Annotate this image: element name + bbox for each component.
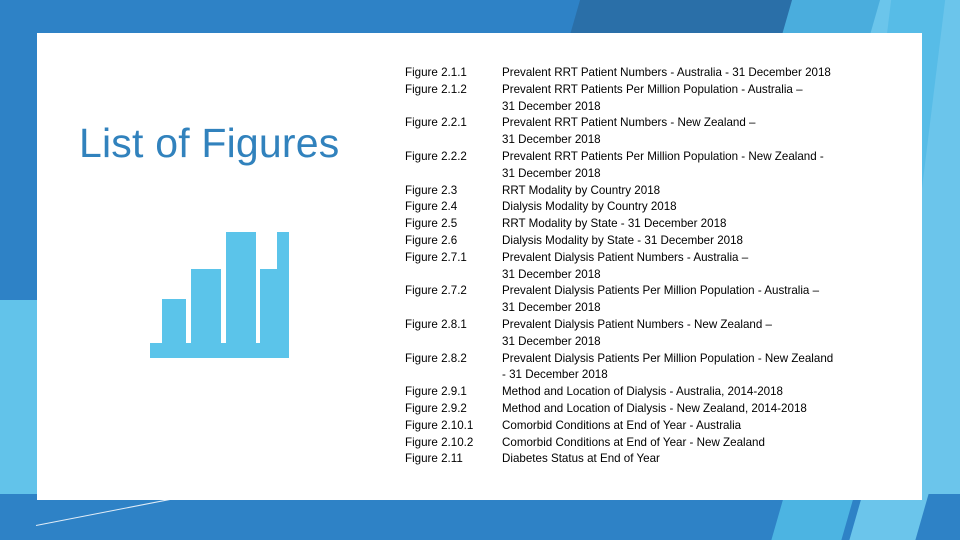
figure-list-item[interactable]: Figure 2.1.2 Prevalent RRT Patients Per M… xyxy=(405,82,917,116)
figure-list-item[interactable]: Figure 2.7.2 Prevalent Dialysis Patients … xyxy=(405,283,917,317)
figure-description-line: Dialysis Modality by Country 2018 xyxy=(502,200,677,214)
figure-description: Method and Location of Dialysis - New Ze… xyxy=(502,401,917,418)
figure-list-item[interactable]: Figure 2.8.2 Prevalent Dialysis Patients … xyxy=(405,351,917,385)
page-title: List of Figures xyxy=(79,120,340,166)
figure-list-item[interactable]: Figure 2.2.1 Prevalent RRT Patient Number… xyxy=(405,115,917,149)
figure-description: Prevalent Dialysis Patient Numbers - Aus… xyxy=(502,250,917,284)
figure-description-line: Prevalent RRT Patients Per Million Popul… xyxy=(502,82,803,96)
figure-description: Prevalent RRT Patients Per Million Popul… xyxy=(502,82,917,116)
figure-label: Figure 2.9.1 xyxy=(405,385,467,399)
figure-list-item[interactable]: Figure 2.4 Dialysis Modality by Country 2… xyxy=(405,199,917,216)
figure-description-line: Dialysis Modality by State - 31 December… xyxy=(502,233,744,247)
figure-description-continuation: 31 December 2018 xyxy=(502,301,601,315)
figure-description-continuation: 31 December 2018 xyxy=(502,133,601,147)
figure-description-line: Method and Location of Dialysis - Austra… xyxy=(502,385,783,399)
figure-description-line: Prevalent Dialysis Patient Numbers - Aus… xyxy=(502,250,749,264)
figure-description-continuation: 31 December 2018 xyxy=(502,99,601,113)
figure-description-line: Prevalent RRT Patient Numbers - Australi… xyxy=(502,66,831,79)
figure-description: RRT Modality by State - 31 December 2018 xyxy=(502,216,917,233)
figure-list-item[interactable]: Figure 2.2.2 Prevalent RRT Patients Per M… xyxy=(405,149,917,183)
figure-description: Comorbid Conditions at End of Year - New… xyxy=(502,435,917,452)
figure-label: Figure 2.8.1 xyxy=(405,317,467,331)
figure-description: Comorbid Conditions at End of Year - Aus… xyxy=(502,418,917,435)
figure-description: Dialysis Modality by State - 31 December… xyxy=(502,233,917,250)
figure-list-item[interactable]: Figure 2.6 Dialysis Modality by State - 3… xyxy=(405,233,917,250)
decoration-bottom-band xyxy=(0,494,960,540)
figure-description: Prevalent RRT Patient Numbers - New Zeal… xyxy=(502,115,917,149)
figure-description-continuation: 31 December 2018 xyxy=(502,334,601,348)
figure-list-item[interactable]: Figure 2.11 Diabetes Status at End of Yea… xyxy=(405,451,917,468)
figure-description-continuation: 31 December 2018 xyxy=(502,166,601,180)
figure-label: Figure 2.11 xyxy=(405,452,463,466)
figure-description-line: Prevalent Dialysis Patients Per Million … xyxy=(502,351,834,365)
figure-list-item[interactable]: Figure 2.9.1 Method and Location of Dialy… xyxy=(405,384,917,401)
figure-description: Method and Location of Dialysis - Austra… xyxy=(502,384,917,401)
figure-label: Figure 2.5 xyxy=(405,217,458,231)
figure-description: RRT Modality by Country 2018 xyxy=(502,183,917,200)
figure-label: Figure 2.7.2 xyxy=(405,284,467,298)
figure-description-continuation: - 31 December 2018 xyxy=(502,368,608,382)
figure-list-item[interactable]: Figure 2.7.1 Prevalent Dialysis Patient N… xyxy=(405,250,917,284)
figure-description-line: Prevalent Dialysis Patients Per Million … xyxy=(502,284,820,298)
figure-description-continuation: 31 December 2018 xyxy=(502,267,601,281)
figure-description-line: Prevalent RRT Patients Per Million Popul… xyxy=(502,149,824,163)
figure-list-item[interactable]: Figure 2.1.1 Prevalent RRT Patient Number… xyxy=(405,65,917,82)
figure-label: Figure 2.8.2 xyxy=(405,351,467,365)
figure-label: Figure 2.6 xyxy=(405,233,458,247)
figure-description: Prevalent RRT Patient Numbers - Australi… xyxy=(502,65,917,82)
figure-description: Prevalent Dialysis Patient Numbers - New… xyxy=(502,317,917,351)
figure-description-line: Comorbid Conditions at End of Year - Aus… xyxy=(502,418,742,432)
content-card: List of Figures Figure 2.1.1 Prevalent RR… xyxy=(37,33,922,500)
slide-canvas: List of Figures Figure 2.1.1 Prevalent RR… xyxy=(0,0,960,540)
figure-description: Diabetes Status at End of Year xyxy=(502,451,917,468)
figure-description: Dialysis Modality by Country 2018 xyxy=(502,199,917,216)
figure-description-line: Prevalent RRT Patient Numbers - New Zeal… xyxy=(502,116,756,130)
figure-description-line: RRT Modality by Country 2018 xyxy=(502,183,661,197)
figure-list-item[interactable]: Figure 2.10.1 Comorbid Conditions at End … xyxy=(405,418,917,435)
figure-description: Prevalent Dialysis Patients Per Million … xyxy=(502,351,917,385)
figure-description-line: Method and Location of Dialysis - New Ze… xyxy=(502,401,807,415)
figure-list-item[interactable]: Figure 2.10.2 Comorbid Conditions at End … xyxy=(405,435,917,452)
title-column: List of Figures xyxy=(37,33,407,500)
figure-description-line: RRT Modality by State - 31 December 2018 xyxy=(502,217,727,231)
figure-label: Figure 2.1.1 xyxy=(405,66,467,79)
figure-label: Figure 2.1.2 xyxy=(405,82,467,96)
figure-label: Figure 2.4 xyxy=(405,200,458,214)
figure-description: Prevalent Dialysis Patients Per Million … xyxy=(502,283,917,317)
figure-description-line: Comorbid Conditions at End of Year - New… xyxy=(502,435,765,449)
figure-list-item[interactable]: Figure 2.9.2 Method and Location of Dialy… xyxy=(405,401,917,418)
figure-description-line: Prevalent Dialysis Patient Numbers - New… xyxy=(502,317,772,331)
figure-label: Figure 2.10.2 xyxy=(405,435,474,449)
figure-list: Figure 2.1.1 Prevalent RRT Patient Number… xyxy=(405,65,917,468)
bar-chart-icon xyxy=(150,215,306,367)
figure-label: Figure 2.3 xyxy=(405,183,458,197)
figure-label: Figure 2.7.1 xyxy=(405,250,467,264)
figure-label: Figure 2.2.2 xyxy=(405,149,467,163)
figure-description-line: Diabetes Status at End of Year xyxy=(502,452,660,466)
figure-label: Figure 2.9.2 xyxy=(405,401,467,415)
figure-description: Prevalent RRT Patients Per Million Popul… xyxy=(502,149,917,183)
figure-list-item[interactable]: Figure 2.8.1 Prevalent Dialysis Patient N… xyxy=(405,317,917,351)
figure-list-item[interactable]: Figure 2.3 RRT Modality by Country 2018 xyxy=(405,183,917,200)
figure-label: Figure 2.10.1 xyxy=(405,418,474,432)
figure-list-item[interactable]: Figure 2.5 RRT Modality by State - 31 Dec… xyxy=(405,216,917,233)
figure-label: Figure 2.2.1 xyxy=(405,116,467,130)
